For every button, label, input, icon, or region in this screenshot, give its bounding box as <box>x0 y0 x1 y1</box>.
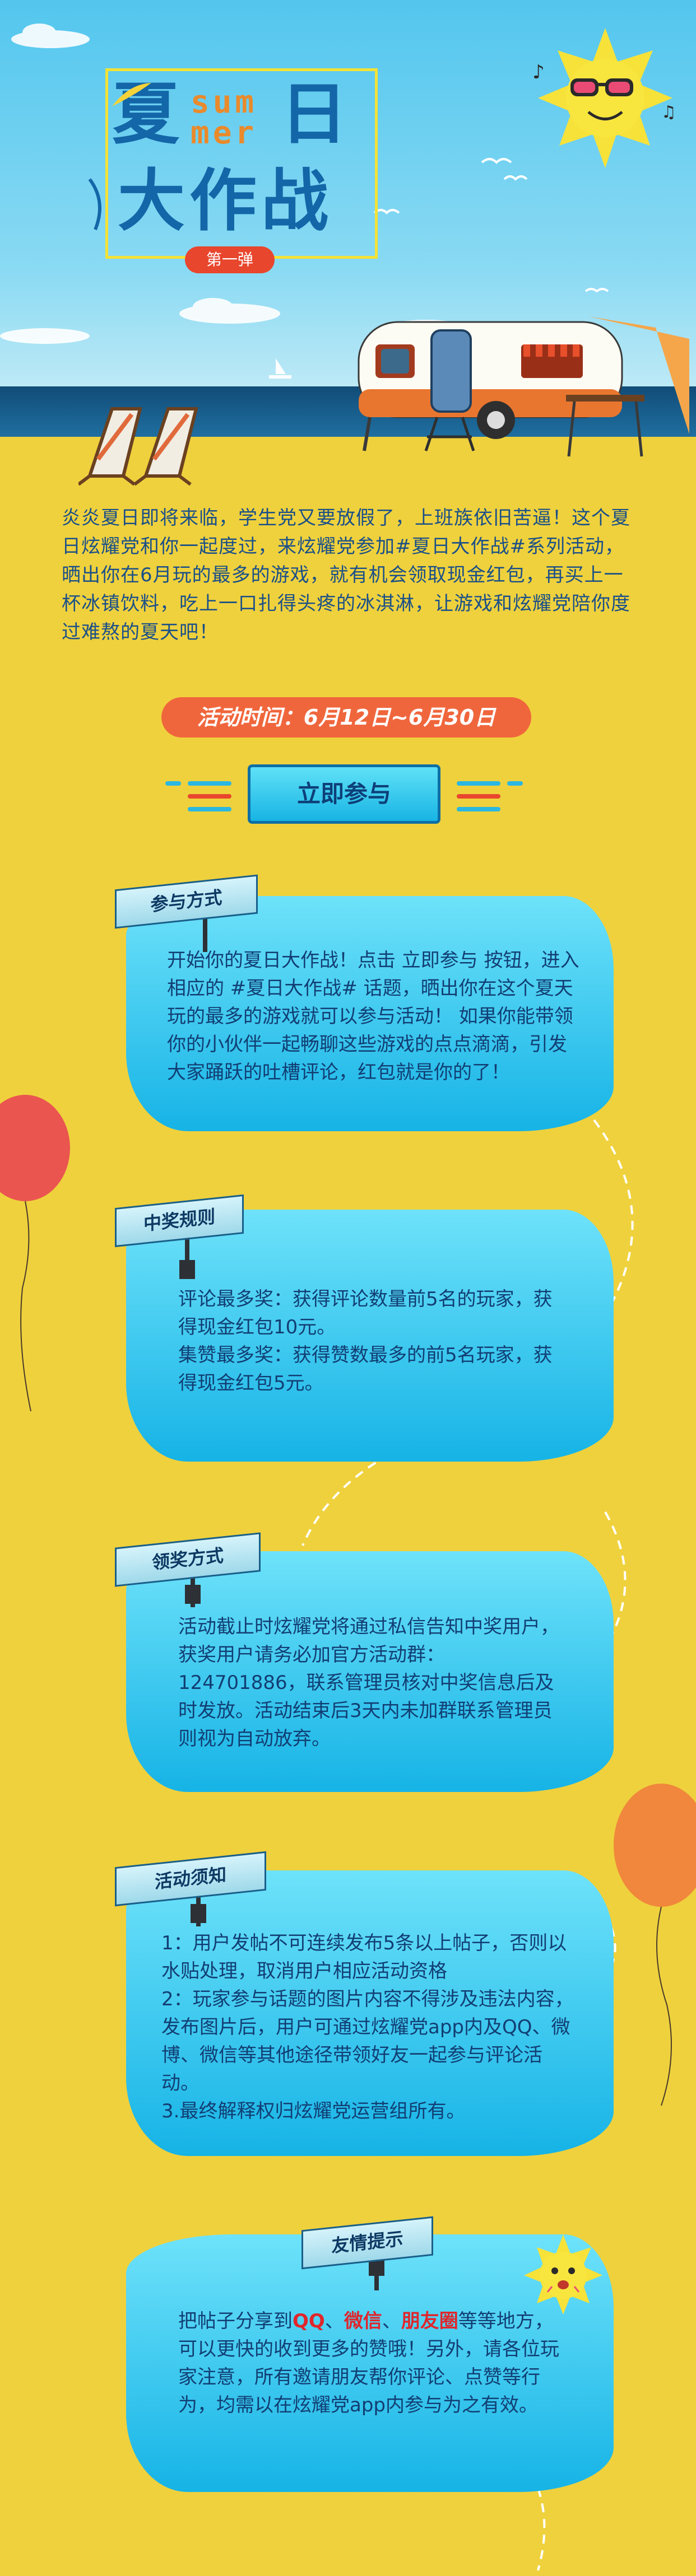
title-feather-decor <box>112 83 151 106</box>
notice-text: 1：用户发帖不可连续发布5条以上帖子，否则以水贴处理，取消用户相应活动资格 2：… <box>161 1932 574 2122</box>
title-line2: 大作战 <box>118 162 333 240</box>
sign-post <box>185 1585 201 1604</box>
sun-illustration: ♪ ♫ <box>532 28 676 168</box>
sign-post <box>191 1904 206 1923</box>
series-badge: 第一弹 <box>185 246 275 273</box>
tips-separator: 、 <box>382 2310 401 2332</box>
decor-dash <box>457 781 500 786</box>
join-now-button[interactable]: 立即参与 <box>248 764 440 824</box>
svg-text:♫: ♫ <box>661 102 676 122</box>
share-channel-qq: QQ <box>293 2310 325 2332</box>
sun-mascot-icon <box>524 2234 602 2314</box>
decor-dash <box>188 794 231 799</box>
tips-text: 把帖子分享到QQ、微信、朋友圈等等地方，可以更快的收到更多的赞哦！另外，请各位玩… <box>178 2307 570 2419</box>
activity-time-banner: 活动时间：6月12日~6月30日 <box>161 697 531 738</box>
tips-text-before: 把帖子分享到 <box>178 2310 293 2332</box>
decor-dash <box>507 781 523 786</box>
title-char-day: 日 <box>280 76 347 153</box>
decor-dash <box>188 807 231 811</box>
tips-separator: 、 <box>324 2310 344 2332</box>
title-summer-line1: sum <box>191 84 258 120</box>
sign-post <box>179 1260 195 1279</box>
intro-paragraph: 炎炎夏日即将来临，学生党又要放假了，上班族依旧苦逼！这个夏日炫耀党和你一起度过，… <box>62 507 630 643</box>
title-summer-line2: mer <box>191 115 258 151</box>
decor-dash <box>457 794 500 799</box>
claim-text: 活动截止时炫耀党将通过私信告知中奖用户，获奖用户请务必加官方活动群：124701… <box>178 1616 559 1750</box>
beach-chairs-illustration <box>78 407 198 486</box>
decor-dash <box>165 781 181 786</box>
participation-text: 开始你的夏日大作战！点击 立即参与 按钮，进入相应的 #夏日大作战# 话题，晒出… <box>167 949 579 1084</box>
title-wave-decor <box>88 178 101 231</box>
decor-dash <box>188 781 231 786</box>
share-channel-wechat: 微信 <box>344 2310 382 2332</box>
decor-dash <box>457 807 500 811</box>
caravan-illustration <box>358 316 689 457</box>
share-channel-moments: 朋友圈 <box>401 2310 458 2332</box>
prize-rules-text: 评论最多奖：获得评论数量前5名的玩家，获得现金红包10元。 集赞最多奖：获得赞数… <box>178 1288 553 1394</box>
svg-text:♪: ♪ <box>532 61 545 83</box>
